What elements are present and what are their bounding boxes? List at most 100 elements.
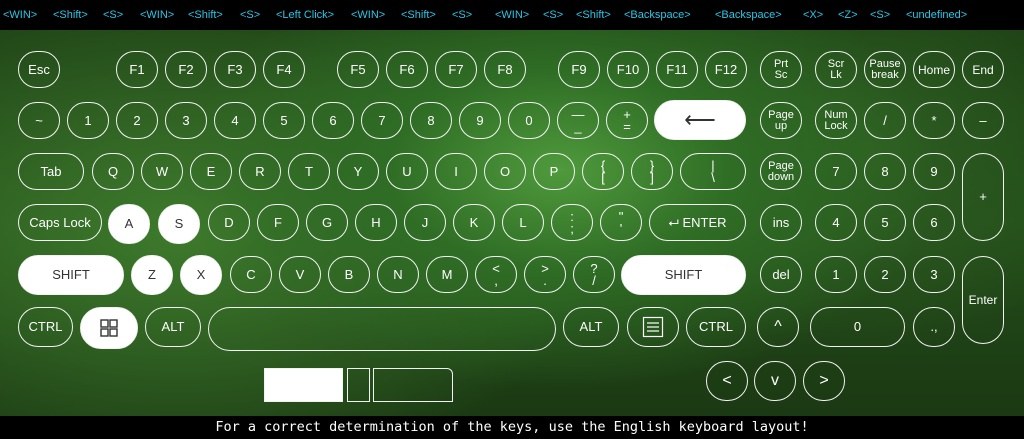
key-5[interactable]: 5 [263,102,305,139]
key-n[interactable]: N [377,256,419,293]
key-w[interactable]: W [141,153,183,190]
key-f8[interactable]: F8 [484,51,526,88]
key-f1[interactable]: F1 [116,51,158,88]
key-4[interactable]: 4 [214,102,256,139]
key-x[interactable]: X [180,255,222,295]
key-pause[interactable]: Pause break [864,51,906,88]
key-2[interactable]: 2 [116,102,158,139]
key-right-ctrl[interactable]: CTRL [686,307,746,347]
key-esc[interactable]: Esc [18,51,60,88]
key-right-bracket[interactable]: }] [631,153,673,190]
key-numpad-2[interactable]: 2 [864,256,906,293]
key-prtsc[interactable]: Prt Sc [760,51,802,88]
key-8[interactable]: 8 [410,102,452,139]
key-g[interactable]: G [306,204,348,241]
key-space[interactable] [208,307,556,351]
key-left-ctrl[interactable]: CTRL [18,307,73,347]
key-numpad-slash[interactable]: / [864,102,906,139]
key-f3[interactable]: F3 [214,51,256,88]
key-numpad-5[interactable]: 5 [864,204,906,241]
key-b[interactable]: B [328,256,370,293]
key-numpad-decimal[interactable]: ., [913,307,955,347]
key-left-shift[interactable]: SHIFT [18,255,124,295]
key-minus[interactable]: — _ [557,102,599,139]
key-f11[interactable]: F11 [656,51,698,88]
key-7[interactable]: 7 [361,102,403,139]
keyboard-mode-selector-3[interactable] [373,368,453,402]
key-scrlk[interactable]: Scr Lk [815,51,857,88]
key-numlock[interactable]: Num Lock [815,102,857,139]
key-tilde[interactable]: ~ [18,102,60,139]
keyboard-mode-selector-2[interactable] [347,368,370,402]
key-numpad-4[interactable]: 4 [815,204,857,241]
key-right-shift[interactable]: SHIFT [621,255,746,295]
key-numpad-8[interactable]: 8 [864,153,906,190]
key-arrow-right[interactable]: > [803,361,845,401]
key-numpad-6[interactable]: 6 [913,204,955,241]
key-period[interactable]: >. [524,256,566,293]
key-arrow-up[interactable]: ^ [757,307,799,347]
key-arrow-left[interactable]: < [706,361,748,401]
key-h[interactable]: H [355,204,397,241]
key-s[interactable]: S [158,204,200,244]
key-f6[interactable]: F6 [386,51,428,88]
key-l[interactable]: L [502,204,544,241]
key-numpad-multiply[interactable]: * [913,102,955,139]
key-tab[interactable]: Tab [18,153,84,190]
key-numpad-enter[interactable]: Enter [962,256,1004,344]
key-comma[interactable]: <, [475,256,517,293]
key-menu[interactable] [627,307,679,347]
key-delete[interactable]: del [760,256,802,293]
key-i[interactable]: I [435,153,477,190]
key-f[interactable]: F [257,204,299,241]
key-slash[interactable]: ? / [573,256,615,293]
key-d[interactable]: D [208,204,250,241]
key-end[interactable]: End [962,51,1004,88]
key-numpad-7[interactable]: 7 [815,153,857,190]
key-c[interactable]: C [230,256,272,293]
key-f4[interactable]: F4 [263,51,305,88]
key-backslash[interactable]: | \ [680,153,746,190]
key-f9[interactable]: F9 [558,51,600,88]
key-pageup[interactable]: Page up [760,102,802,139]
key-numpad-minus[interactable]: – [962,102,1004,139]
key-semicolon[interactable]: :; [551,204,593,241]
key-t[interactable]: T [288,153,330,190]
key-z[interactable]: Z [131,255,173,295]
key-equals[interactable]: + = [606,102,648,139]
key-backspace[interactable]: ⟵ [654,100,746,140]
key-q[interactable]: Q [92,153,134,190]
key-f2[interactable]: F2 [165,51,207,88]
key-1[interactable]: 1 [67,102,109,139]
key-insert[interactable]: ins [760,204,802,241]
key-left-alt[interactable]: ALT [145,307,201,347]
key-9[interactable]: 9 [459,102,501,139]
key-left-bracket[interactable]: {[ [582,153,624,190]
key-arrow-down[interactable]: v [754,361,796,401]
key-capslock[interactable]: Caps Lock [18,204,102,241]
key-f7[interactable]: F7 [435,51,477,88]
key-f10[interactable]: F10 [607,51,649,88]
key-numpad-9[interactable]: 9 [913,153,955,190]
key-numpad-plus[interactable]: + [962,153,1004,241]
key-a[interactable]: A [108,204,150,244]
key-o[interactable]: O [484,153,526,190]
key-numpad-0[interactable]: 0 [810,307,905,347]
key-p[interactable]: P [533,153,575,190]
key-f5[interactable]: F5 [337,51,379,88]
key-e[interactable]: E [190,153,232,190]
key-f12[interactable]: F12 [705,51,747,88]
key-m[interactable]: M [426,256,468,293]
key-quote[interactable]: " ' [600,204,642,241]
key-windows[interactable] [80,307,138,349]
key-pagedown[interactable]: Page down [760,153,802,190]
key-y[interactable]: Y [337,153,379,190]
key-0[interactable]: 0 [508,102,550,139]
key-k[interactable]: K [453,204,495,241]
key-numpad-1[interactable]: 1 [815,256,857,293]
key-v[interactable]: V [279,256,321,293]
key-j[interactable]: J [404,204,446,241]
key-numpad-3[interactable]: 3 [913,256,955,293]
key-3[interactable]: 3 [165,102,207,139]
keyboard-mode-selector-1[interactable] [264,368,343,402]
